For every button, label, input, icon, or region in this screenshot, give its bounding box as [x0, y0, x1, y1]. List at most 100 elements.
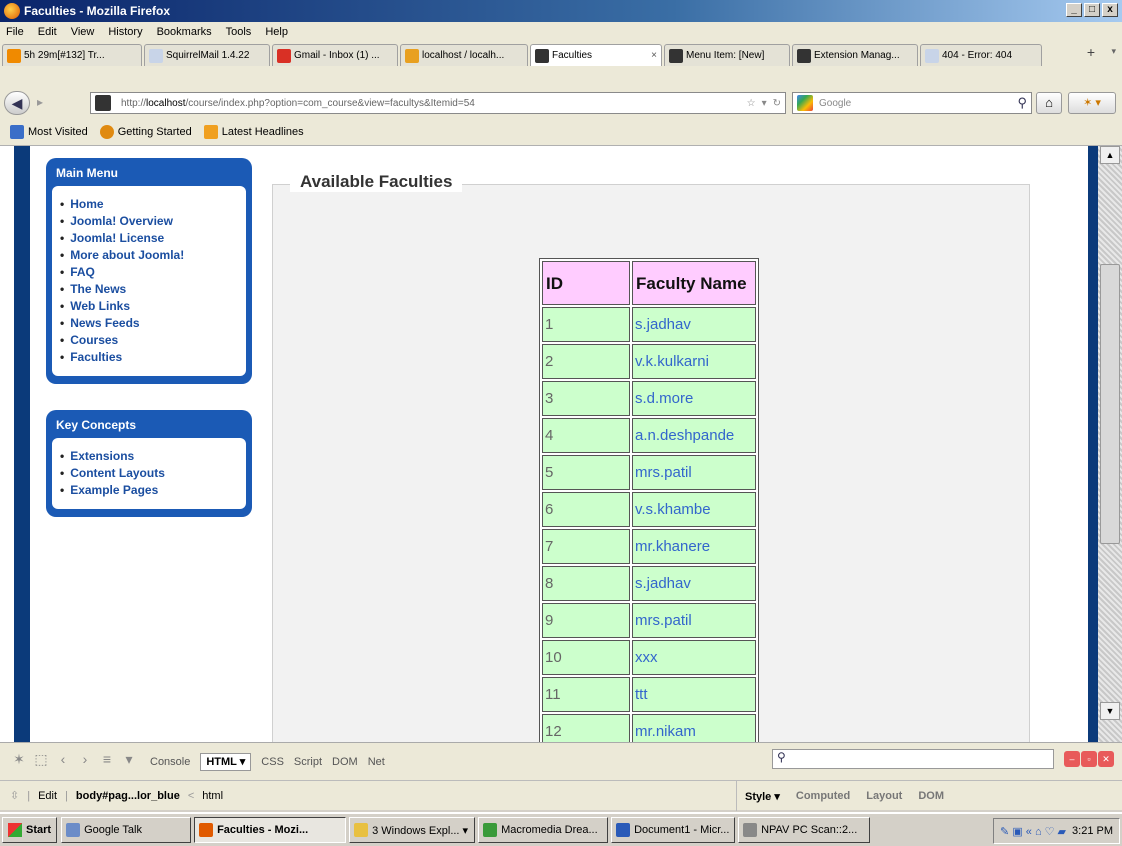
back-button[interactable]: ◀	[4, 91, 30, 115]
scroll-up-arrow-icon[interactable]: ▲	[1100, 146, 1120, 164]
expand-icon[interactable]: ⇳	[10, 789, 19, 802]
faculty-name[interactable]: mrs.patil	[632, 603, 756, 638]
menu-history[interactable]: History	[108, 26, 142, 38]
menu-help[interactable]: Help	[265, 26, 288, 38]
menu-link[interactable]: The News	[60, 281, 238, 298]
taskbar-item[interactable]: 3 Windows Expl... ▾	[349, 817, 476, 843]
faculty-name[interactable]: mr.nikam	[632, 714, 756, 742]
menu-link[interactable]: Faculties	[60, 349, 238, 366]
bookmark-getting-started[interactable]: Getting Started	[99, 124, 192, 139]
firebug-side-tab[interactable]: Style ▾	[745, 790, 780, 803]
firebug-tab[interactable]: Script	[294, 756, 322, 768]
google-icon[interactable]	[797, 95, 813, 111]
menu-link[interactable]: Home	[60, 196, 238, 213]
menu-link[interactable]: More about Joomla!	[60, 247, 238, 264]
faculty-name[interactable]: s.jadhav	[632, 566, 756, 601]
forward-button[interactable]: ▸	[30, 91, 50, 115]
search-icon[interactable]: ⚲	[1017, 95, 1027, 111]
faculty-name[interactable]: mr.khanere	[632, 529, 756, 564]
url-bar[interactable]: http://localhost/course/index.php?option…	[90, 92, 786, 114]
start-button[interactable]: Start	[2, 817, 58, 843]
browser-tab[interactable]: 404 - Error: 404	[920, 44, 1042, 66]
menu-edit[interactable]: Edit	[38, 26, 57, 38]
site-identity-icon[interactable]	[95, 95, 111, 111]
firebug-side-tab[interactable]: DOM	[918, 790, 944, 802]
firebug-side-tab[interactable]: Layout	[866, 790, 902, 802]
forward-arrow-icon[interactable]: ›	[74, 751, 96, 773]
menu-link[interactable]: Joomla! Overview	[60, 213, 238, 230]
tray-icons[interactable]: ✎ ▣ « ⌂ ♡ ▰	[1000, 825, 1066, 838]
scroll-thumb[interactable]	[1100, 264, 1120, 544]
bookmark-latest-headlines[interactable]: Latest Headlines	[203, 124, 304, 139]
firebug-tab[interactable]: CSS	[261, 756, 284, 768]
back-arrow-icon[interactable]: ‹	[52, 751, 74, 773]
menu-link[interactable]: Courses	[60, 332, 238, 349]
faculty-name[interactable]: s.d.more	[632, 381, 756, 416]
faculty-name[interactable]: xxx	[632, 640, 756, 675]
menu-file[interactable]: File	[6, 26, 24, 38]
taskbar-item[interactable]: Document1 - Micr...	[611, 817, 736, 843]
taskbar-item[interactable]: Macromedia Drea...	[478, 817, 609, 843]
firebug-tab[interactable]: DOM	[332, 756, 358, 768]
bookmark-star-icon[interactable]: ☆	[747, 98, 756, 109]
addon-menu-button[interactable]: ✶ ▾	[1068, 92, 1116, 114]
firebug-icon[interactable]: ✶	[8, 751, 30, 773]
menu-link[interactable]: Example Pages	[60, 482, 238, 499]
firebug-close-button[interactable]: ✕	[1098, 751, 1114, 767]
taskbar-item[interactable]: Faculties - Mozi...	[194, 817, 347, 843]
menu-link[interactable]: Extensions	[60, 448, 238, 465]
faculty-name[interactable]: v.s.khambe	[632, 492, 756, 527]
firebug-tab[interactable]: Net	[368, 756, 385, 768]
tab-close-icon[interactable]: ×	[645, 50, 657, 61]
browser-tab[interactable]: Menu Item: [New]	[664, 44, 790, 66]
browser-tab[interactable]: 5h 29m[#132] Tr...	[2, 44, 142, 66]
faculty-name[interactable]: s.jadhav	[632, 307, 756, 342]
browser-tab[interactable]: SquirrelMail 1.4.22	[144, 44, 270, 66]
bookmark-most-visited[interactable]: Most Visited	[10, 124, 88, 139]
url-dropdown-icon[interactable]: ▾	[762, 98, 767, 109]
task-label: NPAV PC Scan::2...	[761, 824, 858, 836]
menu-tools[interactable]: Tools	[226, 26, 252, 38]
home-button[interactable]: ⌂	[1036, 92, 1062, 114]
menu-link[interactable]: Web Links	[60, 298, 238, 315]
search-input[interactable]: Google	[819, 98, 851, 109]
reload-icon[interactable]: ↻	[773, 98, 781, 109]
vertical-scrollbar[interactable]: ▲ ▼	[1098, 146, 1122, 742]
menu-bookmarks[interactable]: Bookmarks	[157, 26, 212, 38]
firebug-minimize-button[interactable]: –	[1064, 751, 1080, 767]
maximize-button[interactable]: □	[1084, 3, 1100, 17]
firebug-side-tab[interactable]: Computed	[796, 790, 850, 802]
faculty-name[interactable]: mrs.patil	[632, 455, 756, 490]
firebug-search-input[interactable]: ⚲	[772, 749, 1054, 769]
taskbar-item[interactable]: Google Talk	[61, 817, 192, 843]
edit-button[interactable]: Edit	[38, 790, 57, 802]
minimize-button[interactable]: _	[1066, 3, 1082, 17]
url-text[interactable]: http://localhost/course/index.php?option…	[121, 98, 475, 109]
faculty-name[interactable]: ttt	[632, 677, 756, 712]
faculty-name[interactable]: a.n.deshpande	[632, 418, 756, 453]
dropdown-icon[interactable]: ▾	[118, 751, 140, 773]
firebug-tab[interactable]: Console	[150, 756, 190, 768]
faculty-name[interactable]: v.k.kulkarni	[632, 344, 756, 379]
menu-link[interactable]: Content Layouts	[60, 465, 238, 482]
menu-view[interactable]: View	[71, 26, 95, 38]
browser-tab[interactable]: Gmail - Inbox (1) ...	[272, 44, 398, 66]
firebug-detach-button[interactable]: ▫	[1081, 751, 1097, 767]
search-bar[interactable]: Google ⚲	[792, 92, 1032, 114]
browser-tab[interactable]: Faculties ×	[530, 44, 662, 66]
menu-link[interactable]: FAQ	[60, 264, 238, 281]
close-button[interactable]: x	[1102, 3, 1118, 17]
scroll-down-arrow-icon[interactable]: ▼	[1100, 702, 1120, 720]
menu-link[interactable]: News Feeds	[60, 315, 238, 332]
menu-icon[interactable]: ≡	[96, 751, 118, 773]
browser-tab[interactable]: localhost / localh...	[400, 44, 528, 66]
breadcrumb-node[interactable]: body#pag...lor_blue	[76, 790, 180, 802]
inspect-icon[interactable]: ⬚	[30, 751, 52, 773]
new-tab-button[interactable]: +	[1082, 44, 1100, 64]
tab-list-arrow-icon[interactable]: ▾	[1111, 46, 1116, 57]
taskbar-item[interactable]: NPAV PC Scan::2...	[738, 817, 871, 843]
breadcrumb-parent[interactable]: html	[202, 790, 223, 802]
firebug-tab[interactable]: HTML ▾	[200, 753, 252, 771]
menu-link[interactable]: Joomla! License	[60, 230, 238, 247]
browser-tab[interactable]: Extension Manag...	[792, 44, 918, 66]
